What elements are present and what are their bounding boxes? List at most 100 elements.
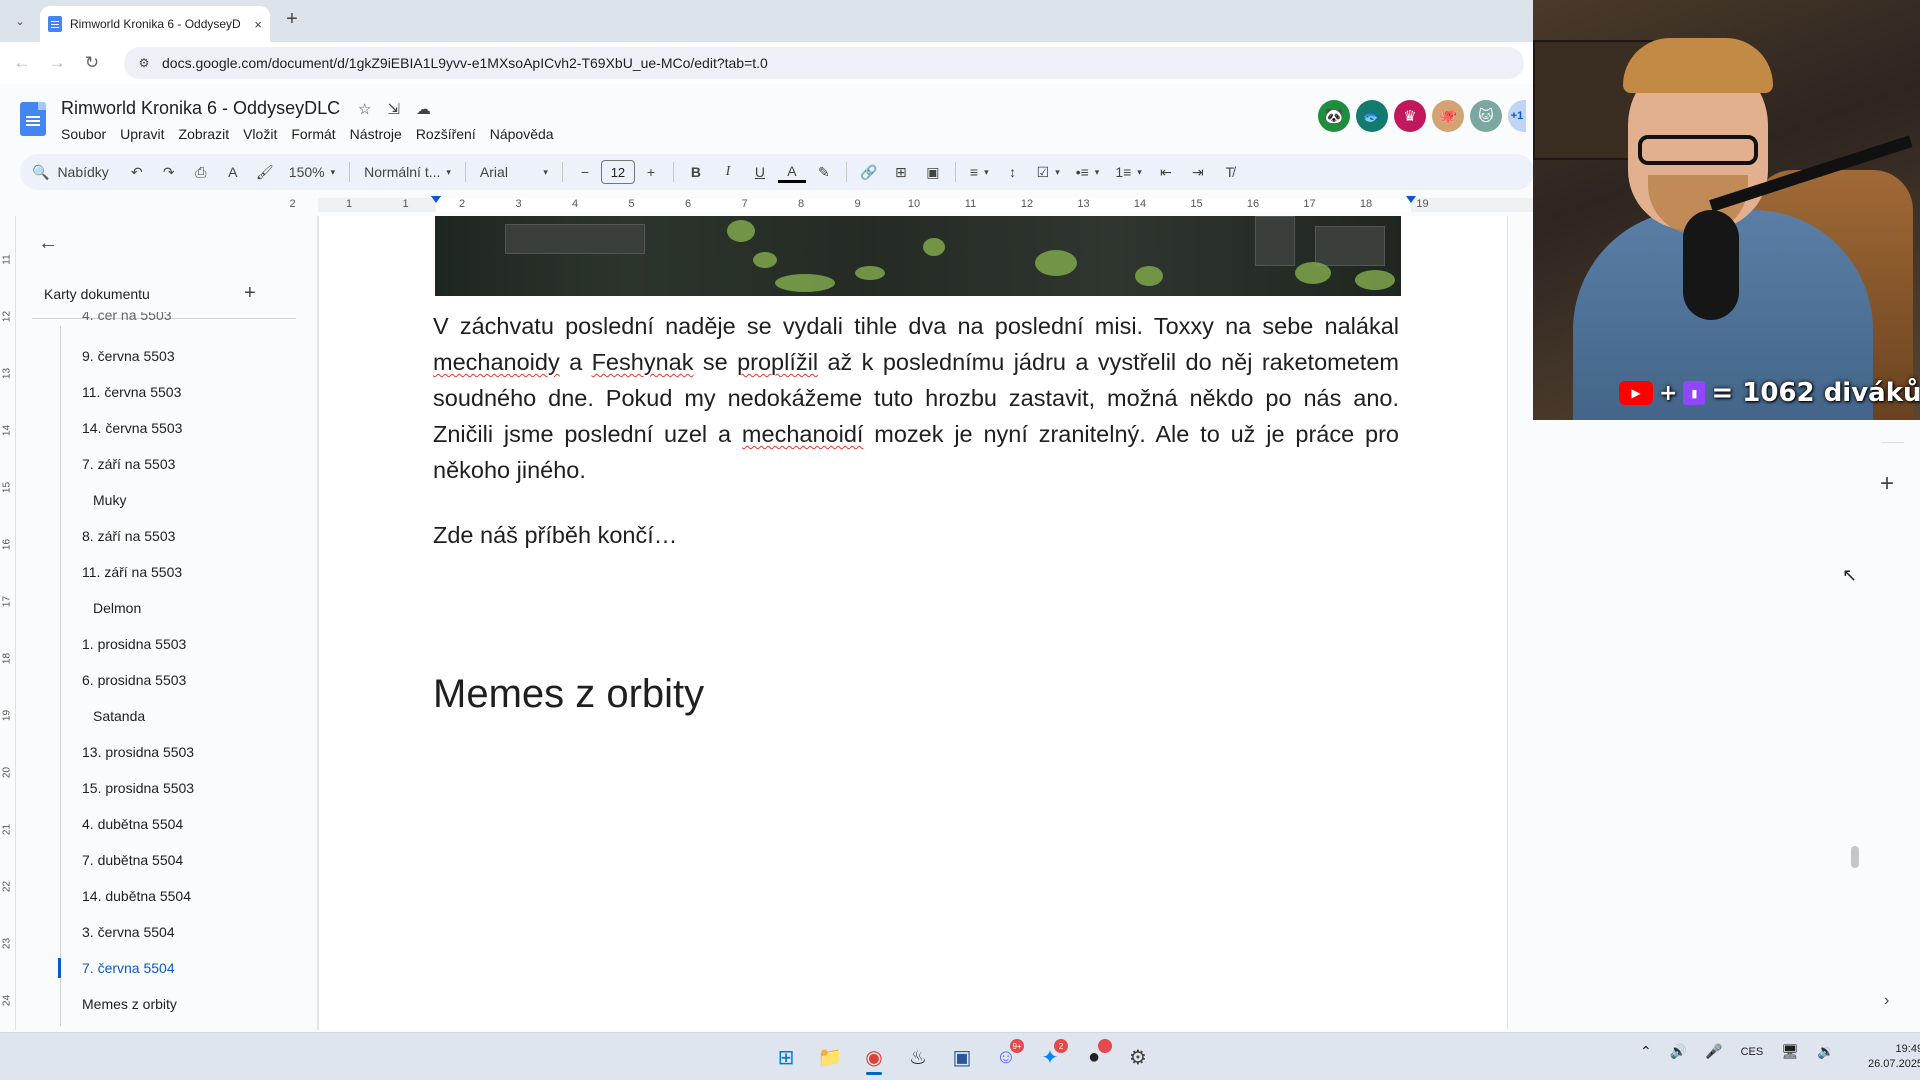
- steam-icon[interactable]: ♨: [900, 1039, 936, 1075]
- windows-start-icon[interactable]: ⊞: [768, 1039, 804, 1075]
- menu-format[interactable]: Formát: [284, 124, 342, 144]
- tray-microphone-icon[interactable]: 🎤: [1705, 1043, 1722, 1060]
- checklist-select[interactable]: ☑ ▾: [1031, 158, 1066, 186]
- story-paragraph[interactable]: V záchvatu poslední naděje se vydali tih…: [433, 308, 1399, 488]
- outline-item[interactable]: 7. června 5504: [82, 960, 175, 976]
- redo-icon[interactable]: ↷: [155, 158, 183, 186]
- address-bar[interactable]: ⚙ docs.google.com/document/d/1gkZ9iEBIA1…: [124, 47, 1524, 79]
- docs-logo-icon[interactable]: [20, 102, 46, 136]
- print-icon[interactable]: ⎙: [187, 158, 215, 186]
- align-select[interactable]: ≡ ▾: [964, 158, 995, 186]
- outline-item[interactable]: Muky: [93, 492, 126, 508]
- increase-indent-icon[interactable]: ⇥: [1184, 158, 1212, 186]
- add-comment-icon[interactable]: ⊞: [887, 158, 915, 186]
- outline-item[interactable]: 1. prosidna 5503: [82, 636, 186, 652]
- outline-item[interactable]: 7. dubětna 5504: [82, 852, 183, 868]
- bulleted-list-select[interactable]: •≡ ▾: [1070, 158, 1106, 186]
- settings-app-icon[interactable]: ⚙: [1120, 1039, 1156, 1075]
- tray-chevron-up-icon[interactable]: ⌃: [1640, 1043, 1652, 1060]
- menu-insert[interactable]: Vložit: [236, 124, 284, 144]
- style-select[interactable]: Normální t... ▾: [358, 158, 457, 186]
- zoom-select[interactable]: 150% ▾: [283, 158, 341, 186]
- font-size-input[interactable]: 12: [600, 160, 635, 184]
- menu-extensions[interactable]: Rozšíření: [409, 124, 483, 144]
- right-indent-marker[interactable]: [1406, 196, 1416, 203]
- embedded-game-screenshot[interactable]: [435, 216, 1401, 296]
- insert-image-icon[interactable]: ▣: [919, 158, 947, 186]
- misspelled-word[interactable]: Feshynak: [592, 349, 694, 375]
- link-icon[interactable]: 🔗: [855, 158, 883, 186]
- paint-format-icon[interactable]: 🖌: [251, 158, 279, 186]
- collaborator-avatar[interactable]: 🐼: [1318, 100, 1350, 132]
- misspelled-word[interactable]: mechanoidí: [742, 421, 864, 447]
- collaborator-avatar[interactable]: 🐙: [1432, 100, 1464, 132]
- undo-icon[interactable]: ↶: [123, 158, 151, 186]
- window-app-icon[interactable]: ▣: [944, 1039, 980, 1075]
- tab-list-button[interactable]: ⌄: [8, 9, 32, 33]
- underline-button[interactable]: U: [746, 158, 774, 186]
- outline-item[interactable]: 6. prosidna 5503: [82, 672, 186, 688]
- collaborator-avatar[interactable]: ♛: [1394, 100, 1426, 132]
- outline-item-partial[interactable]: 4. čer na 5503: [82, 312, 172, 326]
- decrease-indent-icon[interactable]: ⇤: [1152, 158, 1180, 186]
- horizontal-ruler[interactable]: 2 1 1 2 3 4 5 6 7 8 9 10 11 12 13 14 15 16 17 18 19: [289, 196, 1534, 214]
- highlight-icon[interactable]: ✎: [810, 158, 838, 186]
- tray-network-icon[interactable]: 🖥: [1781, 1043, 1799, 1060]
- outline-item[interactable]: 15. prosidna 5503: [82, 780, 194, 796]
- close-outline-icon[interactable]: ←: [38, 232, 58, 255]
- document-title[interactable]: Rimworld Kronika 6 - OddyseyDLC: [61, 98, 340, 119]
- system-clock[interactable]: 19:49 26.07.2025: [1868, 1042, 1920, 1072]
- more-collaborators-badge[interactable]: +1: [1508, 100, 1526, 132]
- new-tab-button[interactable]: +: [280, 8, 304, 32]
- spellcheck-icon[interactable]: A: [219, 158, 247, 186]
- collaborator-avatar[interactable]: 🐟: [1356, 100, 1388, 132]
- site-info-icon[interactable]: ⚙: [136, 55, 152, 71]
- expand-panel-chevron-icon[interactable]: ›: [1884, 992, 1889, 1010]
- outline-item[interactable]: Memes z orbity: [82, 996, 177, 1012]
- bold-button[interactable]: B: [682, 158, 710, 186]
- reload-button[interactable]: ↻: [79, 50, 105, 76]
- font-select[interactable]: Arial ▾: [474, 158, 554, 186]
- tray-volume-icon[interactable]: 🔉: [1817, 1043, 1834, 1060]
- outline-item[interactable]: Satanda: [93, 708, 145, 724]
- menu-file[interactable]: Soubor: [54, 124, 113, 144]
- collaborator-avatar[interactable]: 🐱: [1470, 100, 1502, 132]
- misspelled-word[interactable]: proplížil: [737, 349, 818, 375]
- star-icon[interactable]: ☆: [358, 100, 371, 118]
- font-size-decrease-button[interactable]: −: [571, 158, 599, 186]
- outline-item[interactable]: 7. září na 5503: [82, 456, 175, 472]
- outline-item[interactable]: 9. června 5503: [82, 348, 175, 364]
- numbered-list-select[interactable]: 1≡ ▾: [1109, 158, 1148, 186]
- add-panel-icon[interactable]: +: [1880, 470, 1894, 498]
- tray-language[interactable]: CES: [1741, 1046, 1764, 1058]
- line-spacing-icon[interactable]: ↕: [999, 158, 1027, 186]
- text-color-button[interactable]: A: [777, 161, 806, 183]
- menu-search[interactable]: 🔍 Nabídky: [22, 158, 119, 186]
- outline-item[interactable]: 8. září na 5503: [82, 528, 175, 544]
- vertical-ruler[interactable]: 11 12 13 14 15 16 17 18 19 20 21 22 23 24: [0, 216, 16, 1030]
- move-folder-icon[interactable]: ⇲: [387, 100, 400, 118]
- misspelled-word[interactable]: mechanoidy: [433, 349, 560, 375]
- outline-item[interactable]: 3. června 5504: [82, 924, 175, 940]
- document-page[interactable]: V záchvatu poslední naděje se vydali tih…: [318, 216, 1508, 1030]
- chrome-icon[interactable]: ◉: [856, 1039, 892, 1075]
- menu-tools[interactable]: Nástroje: [343, 124, 409, 144]
- font-size-increase-button[interactable]: +: [637, 158, 665, 186]
- outline-item[interactable]: 11. června 5503: [82, 384, 181, 400]
- browser-tab-active[interactable]: Rimworld Kronika 6 - OddyseyD ×: [40, 6, 270, 42]
- add-tab-icon[interactable]: +: [244, 282, 256, 305]
- menu-edit[interactable]: Upravit: [113, 124, 171, 144]
- discord-icon[interactable]: ☺ 9+: [988, 1039, 1024, 1075]
- clear-formatting-icon[interactable]: T̸: [1216, 158, 1244, 186]
- left-indent-marker[interactable]: [431, 196, 441, 203]
- back-button[interactable]: ←: [9, 50, 35, 76]
- outline-item[interactable]: 13. prosidna 5503: [82, 744, 194, 760]
- file-explorer-icon[interactable]: 📁: [812, 1039, 848, 1075]
- obs-icon[interactable]: ●: [1076, 1039, 1112, 1075]
- scrollbar-thumb[interactable]: [1851, 846, 1859, 868]
- outline-item[interactable]: 11. září na 5503: [82, 564, 182, 580]
- tab-close-icon[interactable]: ×: [254, 17, 262, 32]
- menu-view[interactable]: Zobrazit: [172, 124, 237, 144]
- outline-item[interactable]: 14. dubětna 5504: [82, 888, 191, 904]
- outline-item[interactable]: Delmon: [93, 600, 141, 616]
